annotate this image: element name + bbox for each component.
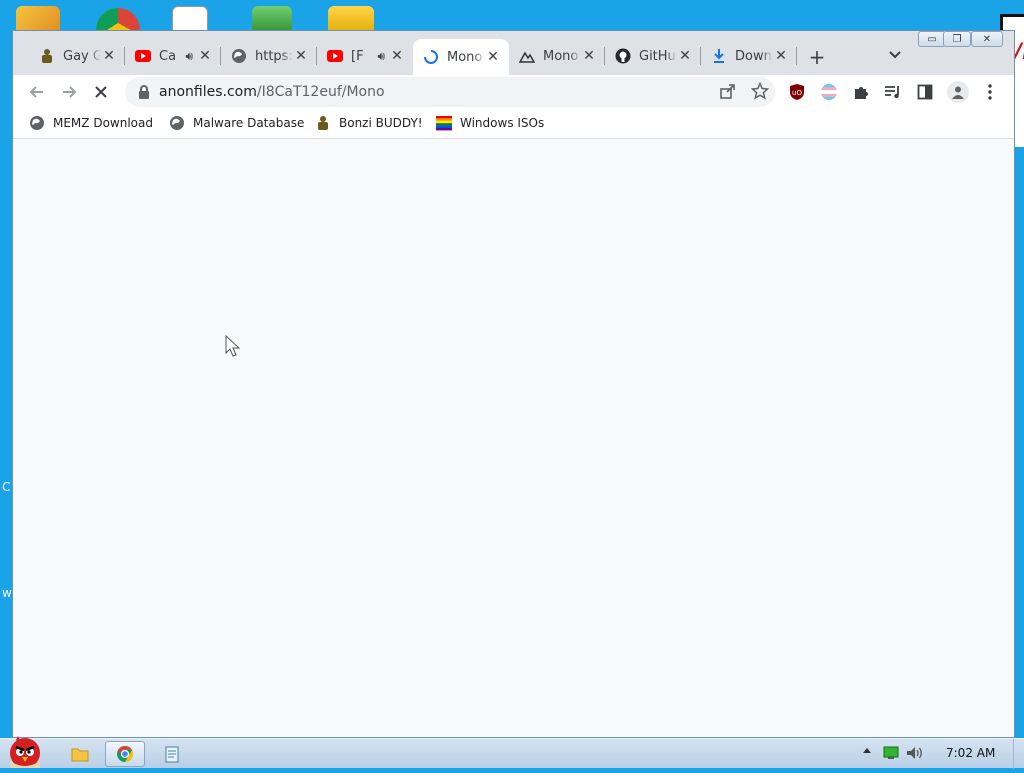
tab-strip: Gay G ✕ Ca 🔊︎ ✕ https: ✕ [F 🔊︎ ✕ Mono ✕ … (13, 31, 1014, 75)
tab-label: Mono (543, 48, 579, 64)
svg-text:uO: uO (792, 89, 802, 97)
bookmarks-bar: MEMZ Download Malware Database Bonzi BUD… (13, 109, 1014, 139)
desktop-banner-red-mark: /i (1014, 40, 1024, 65)
ublock-icon[interactable]: uO (788, 83, 806, 101)
bookmark-label: MEMZ Download (53, 116, 153, 130)
bonzi-icon (315, 115, 331, 131)
extensions-puzzle-icon[interactable] (852, 83, 870, 101)
mouse-cursor-icon (225, 335, 241, 357)
globe-icon (169, 115, 185, 131)
profile-avatar-icon[interactable] (947, 81, 969, 103)
chevron-up-icon (863, 748, 871, 753)
taskbar-notepad-button[interactable] (152, 741, 192, 767)
tab-search-chevron-icon[interactable] (887, 46, 903, 62)
tab-youtube-1[interactable]: Ca 🔊︎ ✕ (125, 41, 221, 71)
minimize-button[interactable]: ▭ (918, 31, 946, 47)
youtube-icon (327, 48, 343, 64)
back-button[interactable] (27, 82, 47, 102)
close-icon[interactable]: ✕ (389, 48, 405, 64)
taskbar: 7:02 AM (0, 736, 1024, 769)
bookmark-malware-database[interactable]: Malware Database (169, 115, 304, 131)
rainbow-flag-icon (436, 115, 452, 131)
close-icon[interactable]: ✕ (773, 48, 789, 64)
address-bar[interactable]: anonfiles.com/I8CaT12euf/Mono (125, 77, 775, 107)
close-icon[interactable]: ✕ (485, 49, 501, 65)
browser-window: Gay G ✕ Ca 🔊︎ ✕ https: ✕ [F 🔊︎ ✕ Mono ✕ … (12, 30, 1015, 738)
bookmark-windows-isos[interactable]: Windows ISOs (436, 115, 544, 131)
tab-label: https: (255, 48, 293, 64)
speaker-icon[interactable]: 🔊︎ (185, 49, 193, 64)
tab-label: [F (351, 48, 364, 64)
media-control-icon[interactable] (884, 83, 902, 101)
close-window-button[interactable]: ✕ (971, 31, 1003, 47)
bookmark-label: Bonzi BUDDY! (339, 116, 423, 130)
youtube-icon (135, 48, 151, 64)
close-icon[interactable]: ✕ (677, 48, 693, 64)
tab-download[interactable]: Down ✕ (701, 41, 797, 71)
side-panel-icon[interactable] (916, 83, 934, 101)
close-icon[interactable]: ✕ (197, 48, 213, 64)
url-path: /I8CaT12euf/Mono (256, 84, 385, 100)
close-icon[interactable]: ✕ (581, 48, 597, 64)
tab-label: Mono (447, 49, 483, 65)
loading-spinner-icon (423, 49, 439, 65)
tab-label: Down (735, 48, 772, 64)
tab-label: Ca (159, 48, 177, 64)
explorer-icon (71, 748, 89, 762)
bookmark-label: Windows ISOs (460, 116, 545, 130)
toolbar: anonfiles.com/I8CaT12euf/Mono uO (13, 75, 1014, 109)
download-icon (711, 48, 727, 64)
show-hidden-icons-button[interactable] (862, 746, 872, 754)
globe-icon (231, 48, 247, 64)
lock-icon[interactable] (137, 84, 151, 100)
notepad-icon (165, 746, 179, 763)
page-content-blank[interactable] (13, 139, 1014, 737)
angry-bird-icon (10, 736, 40, 768)
bookmark-star-icon[interactable] (751, 82, 769, 100)
bookmark-memz-download[interactable]: MEMZ Download (29, 115, 153, 131)
stop-loading-button[interactable] (91, 82, 111, 102)
tab-gay[interactable]: Gay G ✕ (29, 41, 125, 71)
github-icon (615, 48, 631, 64)
speaker-icon[interactable]: 🔊︎ (377, 49, 385, 64)
close-icon[interactable]: ✕ (293, 48, 309, 64)
taskbar-chrome-button[interactable] (105, 741, 145, 767)
tab-label: GitHu (639, 48, 676, 64)
forward-arrow-icon (63, 86, 77, 98)
new-tab-button[interactable]: + (806, 45, 828, 69)
address-bar-actions (719, 82, 769, 100)
network-icon[interactable] (883, 746, 899, 760)
tab-youtube-2[interactable]: [F 🔊︎ ✕ (317, 41, 413, 71)
share-icon[interactable] (719, 82, 737, 100)
bookmark-label: Malware Database (193, 116, 305, 130)
clock-time[interactable]: 7:02 AM (946, 746, 995, 760)
close-icon (95, 86, 107, 98)
tab-mono[interactable]: Mono ✕ (509, 41, 605, 71)
restore-button[interactable]: ❐ (943, 31, 971, 47)
bookmark-bonzi-buddy[interactable]: Bonzi BUDDY! (315, 115, 423, 131)
tab-https[interactable]: https: ✕ (221, 41, 317, 71)
back-arrow-icon (29, 86, 43, 98)
chrome-icon (117, 745, 134, 763)
trans-flag-extension-icon[interactable] (820, 83, 838, 101)
tab-label: Gay G (63, 48, 101, 64)
volume-icon[interactable] (906, 746, 924, 760)
show-desktop-button[interactable] (1013, 739, 1024, 769)
globe-icon (29, 115, 45, 131)
desktop-edge-letter: C (2, 480, 11, 494)
mountain-icon (519, 48, 535, 64)
menu-kebab-icon[interactable] (981, 83, 999, 101)
close-icon[interactable]: ✕ (101, 48, 117, 64)
url-text[interactable]: anonfiles.com/I8CaT12euf/Mono (159, 84, 385, 100)
desktop-edge-letter: w (2, 586, 12, 600)
forward-button[interactable] (59, 82, 79, 102)
tab-github[interactable]: GitHu ✕ (605, 41, 701, 71)
bonzi-icon (39, 48, 55, 64)
start-button[interactable] (2, 731, 48, 769)
tab-mono-active[interactable]: Mono ✕ (413, 39, 509, 75)
taskbar-explorer-button[interactable] (60, 741, 100, 767)
url-domain: anonfiles.com (159, 84, 257, 100)
